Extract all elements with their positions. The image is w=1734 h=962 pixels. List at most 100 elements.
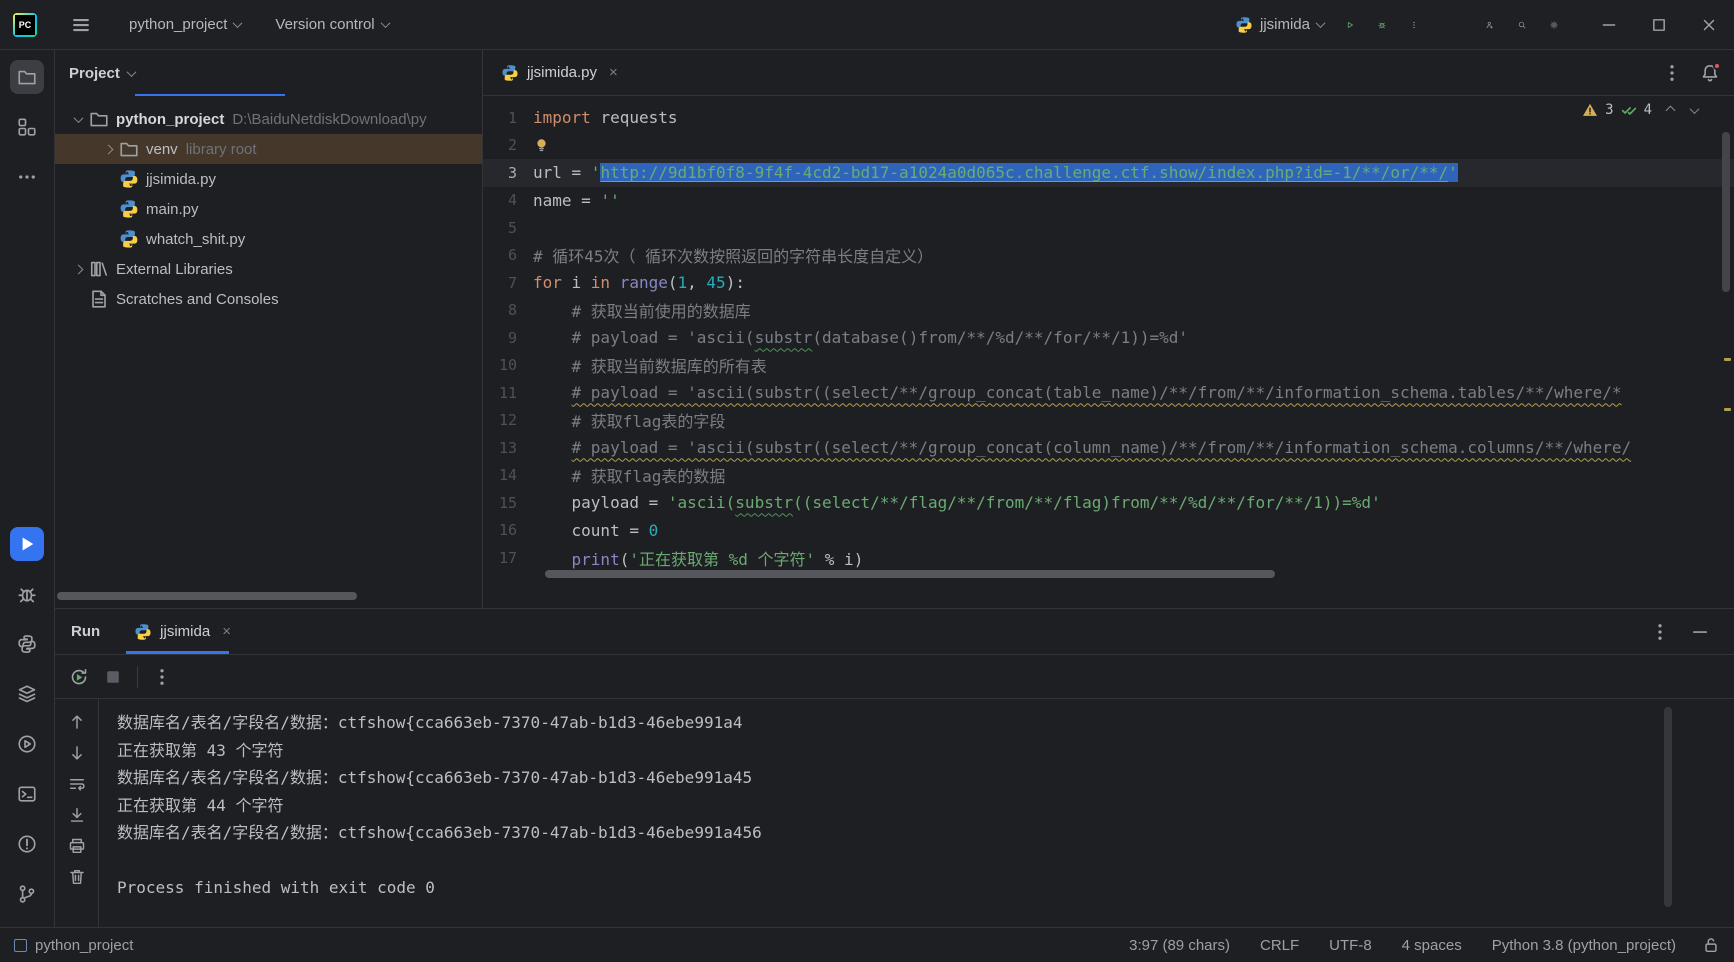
- stop-button[interactable]: [103, 667, 123, 687]
- problems-icon[interactable]: [10, 827, 44, 861]
- settings-gear-icon[interactable]: [1544, 15, 1564, 35]
- vcs-widget-button[interactable]: Version control: [265, 10, 398, 39]
- down-stacktrace-icon[interactable]: [68, 744, 86, 762]
- code-line-3[interactable]: 3url = 'http://9d1bf0f8-9f4f-4cd2-bd17-a…: [483, 159, 1734, 187]
- lock-open-icon[interactable]: [1702, 936, 1720, 954]
- editor-tab-jjsimida[interactable]: jjsimida.py ×: [483, 50, 632, 95]
- console-output: 数据库名/表名/字段名/数据：ctfshow{cca663eb-7370-47a…: [99, 699, 1734, 927]
- run-tab-jjsimida[interactable]: jjsimida ×: [126, 609, 243, 654]
- tree-item-main-py[interactable]: main.py: [55, 194, 482, 224]
- tree-item-venv[interactable]: venvlibrary root: [55, 134, 482, 164]
- main-menu-icon[interactable]: [71, 15, 91, 35]
- code-line-9[interactable]: 9 # payload = 'ascii(substr(database()fr…: [483, 324, 1734, 352]
- run-configuration-selector[interactable]: jjsimida: [1225, 10, 1334, 40]
- project-horizontal-scrollbar[interactable]: [57, 592, 357, 600]
- editor-more-icon[interactable]: [1662, 63, 1682, 83]
- chevron-right-icon: [73, 264, 83, 274]
- project-folder-icon[interactable]: [10, 60, 44, 94]
- next-problem-chevron-icon[interactable]: [1690, 104, 1700, 114]
- clear-console-icon[interactable]: [68, 868, 86, 886]
- services-icon[interactable]: [10, 677, 44, 711]
- status-item[interactable]: 3:97 (89 chars): [1129, 937, 1230, 954]
- code-line-15[interactable]: 15 payload = 'ascii(substr((select/**/fl…: [483, 489, 1734, 517]
- warning-count: 3: [1605, 102, 1613, 118]
- debug-button[interactable]: [1372, 15, 1392, 35]
- run-anything-icon[interactable]: [10, 727, 44, 761]
- code-line-6[interactable]: 6# 循环45次（ 循环次数按照返回的字符串长度自定义）: [483, 242, 1734, 270]
- code-line-17[interactable]: 17 print('正在获取第 %d 个字符' % i): [483, 544, 1734, 572]
- warning-triangle-icon: [1582, 102, 1598, 118]
- code-line-2[interactable]: 2: [483, 132, 1734, 160]
- line-number: 15: [483, 494, 533, 512]
- code-line-5[interactable]: 5: [483, 214, 1734, 242]
- more-tool-windows-icon[interactable]: [10, 160, 44, 194]
- terminal-icon[interactable]: [10, 777, 44, 811]
- tree-item-jjsimida-py[interactable]: jjsimida.py: [55, 164, 482, 194]
- debug-tool-icon[interactable]: [10, 577, 44, 611]
- tree-item-label: venv: [146, 141, 178, 158]
- line-number: 17: [483, 549, 533, 567]
- status-item[interactable]: Python 3.8 (python_project): [1492, 937, 1676, 954]
- chevron-down-icon: [233, 18, 243, 28]
- status-item[interactable]: UTF-8: [1329, 937, 1372, 954]
- code-line-12[interactable]: 12 # 获取flag表的字段: [483, 407, 1734, 435]
- print-icon[interactable]: [68, 837, 86, 855]
- intention-lightbulb-icon[interactable]: [533, 137, 550, 154]
- tool-window-widget-icon: [14, 939, 27, 952]
- code-line-16[interactable]: 16 count = 0: [483, 517, 1734, 545]
- run-panel-more-icon[interactable]: [1650, 622, 1670, 642]
- rerun-button[interactable]: [69, 667, 89, 687]
- code-with-me-icon[interactable]: [1480, 15, 1500, 35]
- status-project-widget[interactable]: python_project: [14, 937, 133, 954]
- line-number: 16: [483, 521, 533, 539]
- tab-close-icon[interactable]: ×: [605, 64, 622, 81]
- structure-icon[interactable]: [10, 110, 44, 144]
- run-tab-close-icon[interactable]: ×: [218, 623, 235, 640]
- status-item[interactable]: 4 spaces: [1402, 937, 1462, 954]
- prev-problem-chevron-icon[interactable]: [1666, 105, 1676, 115]
- code-editor[interactable]: 1import requests 2 3url = 'http://9d1bf0f8…: [483, 96, 1734, 608]
- code-line-4[interactable]: 4name = '': [483, 187, 1734, 215]
- line-number: 3: [483, 164, 533, 182]
- notifications-bell-icon[interactable]: [1700, 63, 1720, 83]
- code-line-14[interactable]: 14 # 获取flag表的数据: [483, 462, 1734, 490]
- code-line-7[interactable]: 7for i in range(1, 45):: [483, 269, 1734, 297]
- minimize-button[interactable]: [1584, 0, 1634, 50]
- code-line-13[interactable]: 13 # payload = 'ascii(substr((select/**/…: [483, 434, 1734, 462]
- tree-item-whatch-shit-py[interactable]: whatch_shit.py: [55, 224, 482, 254]
- run-panel-title[interactable]: Run: [55, 623, 126, 640]
- code-line-10[interactable]: 10 # 获取当前数据库的所有表: [483, 352, 1734, 380]
- run-panel-minimize-icon[interactable]: [1690, 622, 1710, 642]
- python-packages-icon[interactable]: [10, 627, 44, 661]
- code-line-8[interactable]: 8 # 获取当前使用的数据库: [483, 297, 1734, 325]
- line-number: 2: [483, 136, 533, 154]
- editor-vertical-scrollbar[interactable]: [1722, 96, 1732, 608]
- divider: [137, 666, 138, 688]
- project-panel-header[interactable]: Project: [55, 50, 482, 96]
- close-button[interactable]: [1684, 0, 1734, 50]
- warning-stripe-mark[interactable]: [1724, 408, 1731, 411]
- tree-item-external-libraries[interactable]: External Libraries: [55, 254, 482, 284]
- tree-item-python-project[interactable]: python_projectD:\BaiduNetdiskDownload\py: [55, 104, 482, 134]
- warning-stripe-mark[interactable]: [1724, 358, 1731, 361]
- run-tool-icon[interactable]: [10, 527, 44, 561]
- console-more-icon[interactable]: [152, 667, 172, 687]
- code-line-11[interactable]: 11 # payload = 'ascii(substr((select/**/…: [483, 379, 1734, 407]
- status-item[interactable]: CRLF: [1260, 937, 1299, 954]
- tree-item-label: Scratches and Consoles: [116, 291, 279, 308]
- run-button[interactable]: [1340, 15, 1360, 35]
- scroll-to-end-icon[interactable]: [68, 806, 86, 824]
- soft-wrap-icon[interactable]: [68, 775, 86, 793]
- line-number: 12: [483, 411, 533, 429]
- version-control-icon[interactable]: [10, 877, 44, 911]
- console-scrollbar[interactable]: [1664, 707, 1672, 907]
- python-icon: [119, 199, 139, 219]
- more-actions-icon[interactable]: [1404, 15, 1424, 35]
- search-everywhere-icon[interactable]: [1512, 15, 1532, 35]
- project-widget-button[interactable]: python_project: [119, 10, 251, 39]
- code-line-1[interactable]: 1import requests: [483, 104, 1734, 132]
- maximize-button[interactable]: [1634, 0, 1684, 50]
- up-stacktrace-icon[interactable]: [68, 713, 86, 731]
- tree-item-scratches-and-consoles[interactable]: Scratches and Consoles: [55, 284, 482, 314]
- editor-horizontal-scrollbar[interactable]: [545, 570, 1275, 578]
